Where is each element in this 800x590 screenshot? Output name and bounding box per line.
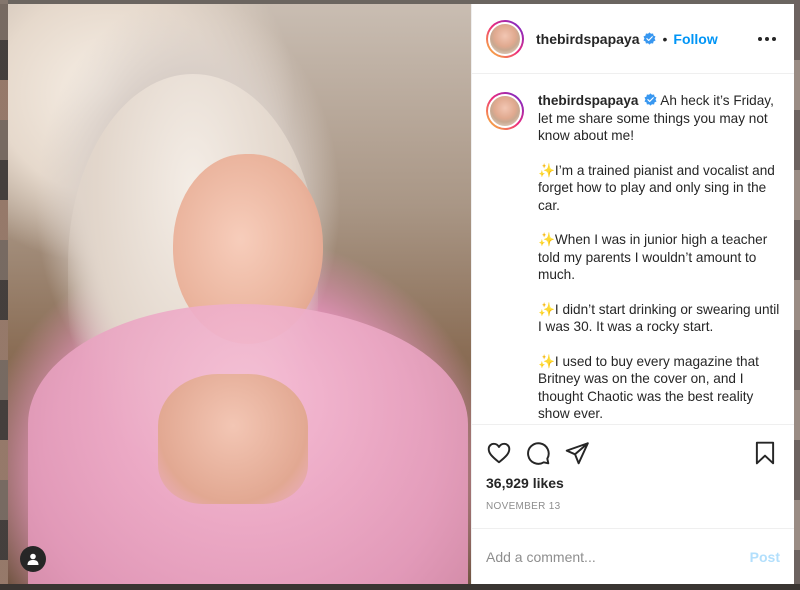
avatar[interactable] xyxy=(486,19,524,58)
caption-item: ✨I’m a trained pianist and vocalist and … xyxy=(538,162,775,213)
post-header: thebirdspapaya • Follow xyxy=(472,4,794,74)
post-actions: 36,929 likes November 13 xyxy=(472,424,794,518)
caption-username[interactable]: thebirdspapaya xyxy=(538,93,638,108)
post-photo[interactable] xyxy=(8,4,471,584)
action-icons-row xyxy=(486,433,780,473)
backdrop-bottom-edge xyxy=(0,584,800,590)
verified-badge-icon xyxy=(643,32,656,45)
share-icon[interactable] xyxy=(564,440,590,466)
comment-icon[interactable] xyxy=(525,440,551,466)
post-modal: thebirdspapaya • Follow thebirdspapaya A… xyxy=(8,4,794,584)
photo-hands xyxy=(158,374,308,504)
caption-avatar[interactable] xyxy=(486,92,524,130)
comment-box: Post xyxy=(472,528,794,584)
heart-icon[interactable] xyxy=(486,440,512,466)
verified-badge-icon xyxy=(644,93,657,106)
caption-item: ✨I used to buy every magazine that Britn… xyxy=(538,353,759,422)
bookmark-icon[interactable] xyxy=(752,440,778,466)
comment-input[interactable] xyxy=(486,548,750,565)
caption-text: thebirdspapaya Ah heck it’s Friday, let … xyxy=(538,92,780,424)
follow-button[interactable]: Follow xyxy=(673,31,717,47)
user-tag-icon[interactable] xyxy=(20,546,46,572)
caption-section: thebirdspapaya Ah heck it’s Friday, let … xyxy=(472,74,794,424)
backdrop-right-edge xyxy=(794,0,800,590)
backdrop-left-edge xyxy=(0,0,8,590)
more-options-icon[interactable] xyxy=(754,31,780,47)
caption-item: ✨I didn’t start drinking or swearing unt… xyxy=(538,301,780,335)
caption-item: ✨When I was in junior high a teacher tol… xyxy=(538,232,768,282)
username-link[interactable]: thebirdspapaya xyxy=(536,31,639,47)
likes-count[interactable]: 36,929 likes xyxy=(486,475,780,491)
caption-intro-paragraph: thebirdspapaya Ah heck it’s Friday, let … xyxy=(538,92,780,145)
post-comment-button[interactable]: Post xyxy=(750,549,780,565)
separator-dot: • xyxy=(662,30,668,47)
post-date[interactable]: November 13 xyxy=(486,501,780,512)
post-sidebar: thebirdspapaya • Follow thebirdspapaya A… xyxy=(471,4,794,584)
